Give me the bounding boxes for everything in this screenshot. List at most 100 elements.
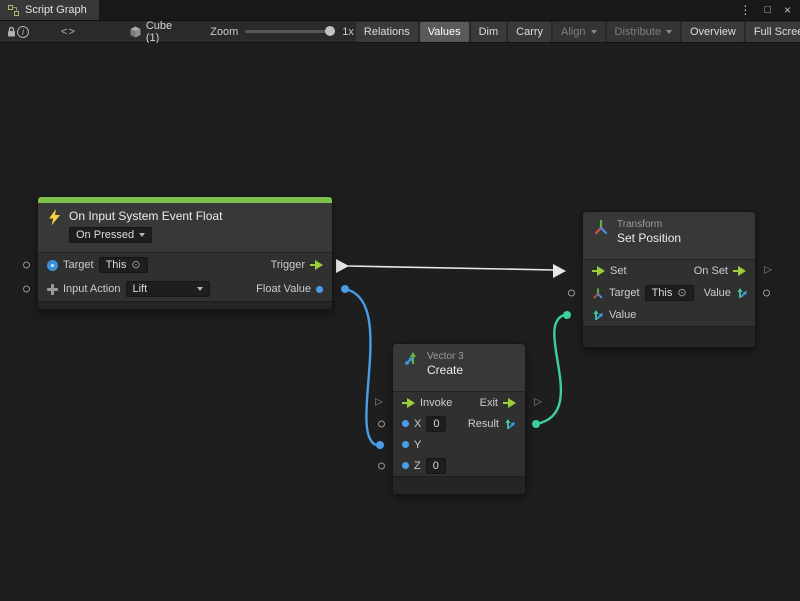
row-transform-target: Target This ⊙ Value bbox=[583, 282, 755, 304]
overview-button[interactable]: Overview bbox=[682, 22, 744, 42]
x-value-field[interactable]: 0 bbox=[426, 416, 446, 432]
window-menu-icon[interactable]: ⋮ bbox=[739, 4, 751, 16]
node-header: Vector 3 Create bbox=[393, 344, 525, 392]
y-port-icon[interactable] bbox=[402, 441, 409, 448]
trigger-label: Trigger bbox=[271, 259, 305, 271]
zoom-slider-knob[interactable] bbox=[325, 26, 335, 36]
graph-breadcrumb[interactable]: Cube (1) bbox=[130, 20, 172, 44]
graph-toolbar: <> Cube (1) Zoom 1x Relations Values Dim… bbox=[0, 21, 800, 43]
lock-icon[interactable] bbox=[6, 22, 17, 42]
input-action-value: Lift bbox=[133, 283, 148, 295]
target-object-value: This bbox=[106, 259, 127, 271]
carry-button[interactable]: Carry bbox=[508, 22, 551, 42]
target-object-field[interactable]: This ⊙ bbox=[99, 257, 148, 273]
object-picker-icon: ⊙ bbox=[131, 260, 140, 271]
zoom-slider[interactable] bbox=[245, 30, 335, 33]
row-x: X 0 Result bbox=[393, 413, 525, 434]
z-label: Z bbox=[414, 460, 421, 472]
z-port-icon[interactable] bbox=[402, 462, 409, 469]
chevron-down-icon bbox=[197, 287, 203, 291]
relations-button[interactable]: Relations bbox=[356, 22, 418, 42]
row-input-action: Input Action Lift Float Value bbox=[38, 277, 332, 301]
node-footer bbox=[38, 301, 332, 309]
set-port-icon[interactable] bbox=[592, 266, 605, 276]
zoom-value: 1x bbox=[342, 26, 354, 38]
zoom-control: Zoom 1x bbox=[210, 26, 354, 38]
align-button[interactable]: Align bbox=[553, 22, 604, 42]
trigger-output-port[interactable] bbox=[310, 260, 323, 270]
node-on-input-system-event-float[interactable]: On Input System Event Float On Pressed T… bbox=[38, 197, 332, 309]
node-title: On Input System Event Float bbox=[69, 209, 222, 223]
node-transform-set-position[interactable]: Transform Set Position Set On Set ▷ bbox=[583, 212, 755, 347]
port-input-action[interactable] bbox=[23, 286, 30, 293]
port-transform-target-input[interactable] bbox=[568, 290, 575, 297]
tab-script-graph[interactable]: Script Graph bbox=[0, 0, 99, 20]
graph-name: Cube (1) bbox=[146, 20, 172, 44]
port-on-set-output[interactable]: ▷ bbox=[764, 266, 772, 276]
node-title: Set Position bbox=[617, 231, 681, 245]
port-value-output[interactable] bbox=[763, 290, 770, 297]
node-footer bbox=[393, 476, 525, 494]
node-vector3-create[interactable]: Vector 3 Create ▷ Invoke Exit ▷ X 0 Resu… bbox=[393, 344, 525, 494]
node-category: Vector 3 bbox=[427, 351, 464, 362]
row-y: Y bbox=[393, 434, 525, 455]
value-input-label: Value bbox=[609, 309, 636, 321]
target-type-icon bbox=[47, 260, 58, 271]
move-gizmo-icon bbox=[592, 287, 604, 299]
invoke-label: Invoke bbox=[420, 397, 452, 409]
zoom-label: Zoom bbox=[210, 26, 238, 38]
graph-canvas[interactable]: On Input System Event Float On Pressed T… bbox=[0, 43, 800, 601]
node-title: Create bbox=[427, 363, 464, 377]
float-value-output-port[interactable] bbox=[316, 286, 323, 293]
script-graph-icon bbox=[8, 5, 19, 16]
node-category: Transform bbox=[617, 219, 681, 230]
lightning-icon bbox=[48, 209, 61, 226]
input-action-dropdown[interactable]: Lift bbox=[126, 281, 210, 297]
transform-target-value: This bbox=[652, 287, 673, 299]
row-invoke: ▷ Invoke Exit ▷ bbox=[393, 392, 525, 413]
y-label: Y bbox=[414, 439, 421, 451]
port-exit-output[interactable]: ▷ bbox=[534, 397, 542, 407]
x-port-icon[interactable] bbox=[402, 420, 409, 427]
transform-target-label: Target bbox=[609, 287, 640, 299]
port-invoke-input[interactable]: ▷ bbox=[375, 397, 383, 407]
tab-title: Script Graph bbox=[25, 4, 87, 16]
target-label: Target bbox=[63, 259, 94, 271]
on-set-port-icon[interactable] bbox=[733, 266, 746, 276]
invoke-port-icon[interactable] bbox=[402, 398, 415, 408]
result-label: Result bbox=[468, 418, 499, 430]
code-ports-icon[interactable]: <> bbox=[61, 26, 76, 38]
value-output-port[interactable] bbox=[736, 287, 748, 299]
chevron-down-icon bbox=[591, 30, 597, 34]
node-header: On Input System Event Float On Pressed bbox=[38, 203, 332, 253]
z-value-field[interactable]: 0 bbox=[426, 458, 446, 474]
node-header: Transform Set Position bbox=[583, 212, 755, 260]
x-label: X bbox=[414, 418, 421, 430]
distribute-button[interactable]: Distribute bbox=[607, 22, 680, 42]
cube-icon bbox=[130, 26, 141, 38]
transform-icon bbox=[593, 219, 609, 235]
value-output-label: Value bbox=[704, 287, 731, 299]
maximize-icon[interactable]: □ bbox=[764, 5, 771, 16]
result-output-port[interactable] bbox=[504, 418, 516, 430]
transform-target-field[interactable]: This ⊙ bbox=[645, 285, 694, 301]
distribute-label: Distribute bbox=[615, 26, 661, 38]
values-button[interactable]: Values bbox=[420, 22, 469, 42]
dim-button[interactable]: Dim bbox=[471, 22, 507, 42]
input-action-icon bbox=[47, 284, 58, 295]
port-target-input[interactable] bbox=[23, 262, 30, 269]
chevron-down-icon bbox=[139, 233, 145, 237]
wire-trigger-to-set[interactable] bbox=[336, 259, 566, 278]
port-z-input[interactable] bbox=[378, 462, 385, 469]
object-picker-icon: ⊙ bbox=[677, 288, 686, 299]
info-icon[interactable] bbox=[17, 22, 29, 42]
event-mode-dropdown[interactable]: On Pressed bbox=[69, 227, 152, 243]
exit-port-icon[interactable] bbox=[503, 398, 516, 408]
chevron-down-icon bbox=[666, 30, 672, 34]
full-screen-button[interactable]: Full Screen bbox=[746, 22, 800, 42]
value-input-port[interactable] bbox=[592, 309, 604, 321]
wire-result-to-value[interactable] bbox=[532, 311, 571, 428]
port-x-input[interactable] bbox=[378, 420, 385, 427]
close-icon[interactable]: × bbox=[784, 4, 791, 16]
float-value-label: Float Value bbox=[256, 283, 311, 295]
